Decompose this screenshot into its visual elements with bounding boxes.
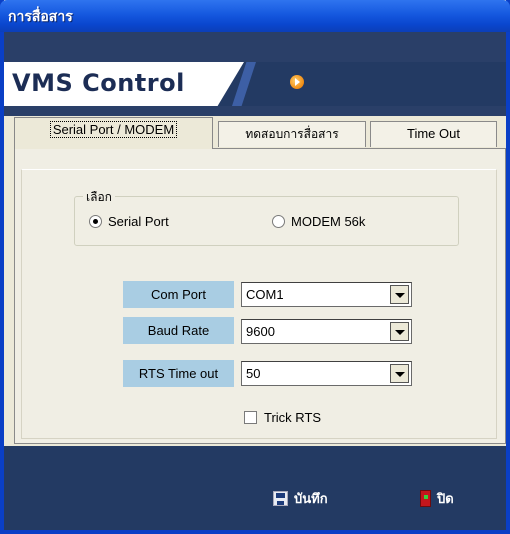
rts-timeout-label: RTS Time out bbox=[123, 360, 234, 387]
radio-serial-port[interactable]: Serial Port bbox=[89, 214, 169, 229]
radio-modem-56k[interactable]: MODEM 56k bbox=[272, 214, 365, 229]
tab-panel: เลือก Serial Port MODEM 56k Com Port COM… bbox=[14, 148, 506, 444]
footer-bar: บันทึก ปิด bbox=[4, 446, 506, 530]
baud-rate-select[interactable]: 9600 bbox=[241, 319, 412, 344]
play-circle-icon[interactable] bbox=[290, 75, 304, 89]
exit-door-icon bbox=[420, 490, 431, 507]
checkbox-icon[interactable] bbox=[244, 411, 257, 424]
banner: VMS Control bbox=[4, 32, 506, 116]
select-groupbox: เลือก Serial Port MODEM 56k bbox=[74, 188, 459, 246]
radio-dot-icon[interactable] bbox=[272, 215, 285, 228]
radio-dot-selected-icon[interactable] bbox=[89, 215, 102, 228]
select-group-legend: เลือก bbox=[83, 188, 115, 207]
app-window: การสื่อสาร VMS Control Serial Port / MOD… bbox=[0, 0, 510, 534]
com-port-select[interactable]: COM1 bbox=[241, 282, 412, 307]
floppy-disk-icon bbox=[273, 491, 288, 506]
tab-serial-port-modem[interactable]: Serial Port / MODEM bbox=[14, 117, 213, 149]
baud-rate-label: Baud Rate bbox=[123, 317, 234, 344]
trick-rts-checkbox[interactable]: Trick RTS bbox=[244, 410, 321, 425]
save-button[interactable]: บันทึก bbox=[273, 488, 328, 509]
window-title: การสื่อสาร bbox=[8, 9, 73, 25]
chevron-down-icon[interactable] bbox=[390, 364, 409, 383]
com-port-value: COM1 bbox=[246, 287, 284, 302]
rts-timeout-select[interactable]: 50 bbox=[241, 361, 412, 386]
tab-time-out[interactable]: Time Out bbox=[370, 121, 497, 147]
title-bar[interactable]: การสื่อสาร bbox=[0, 0, 510, 32]
rts-timeout-value: 50 bbox=[246, 366, 261, 381]
tab-strip: Serial Port / MODEM ทดสอบการสื่อสาร Time… bbox=[14, 117, 506, 149]
close-button[interactable]: ปิด bbox=[420, 488, 454, 509]
chevron-down-icon[interactable] bbox=[390, 285, 409, 304]
logo-text: VMS Control bbox=[12, 69, 185, 97]
tab-communication-test[interactable]: ทดสอบการสื่อสาร bbox=[218, 121, 366, 147]
baud-rate-value: 9600 bbox=[246, 324, 275, 339]
com-port-label: Com Port bbox=[123, 281, 234, 308]
chevron-down-icon[interactable] bbox=[390, 322, 409, 341]
